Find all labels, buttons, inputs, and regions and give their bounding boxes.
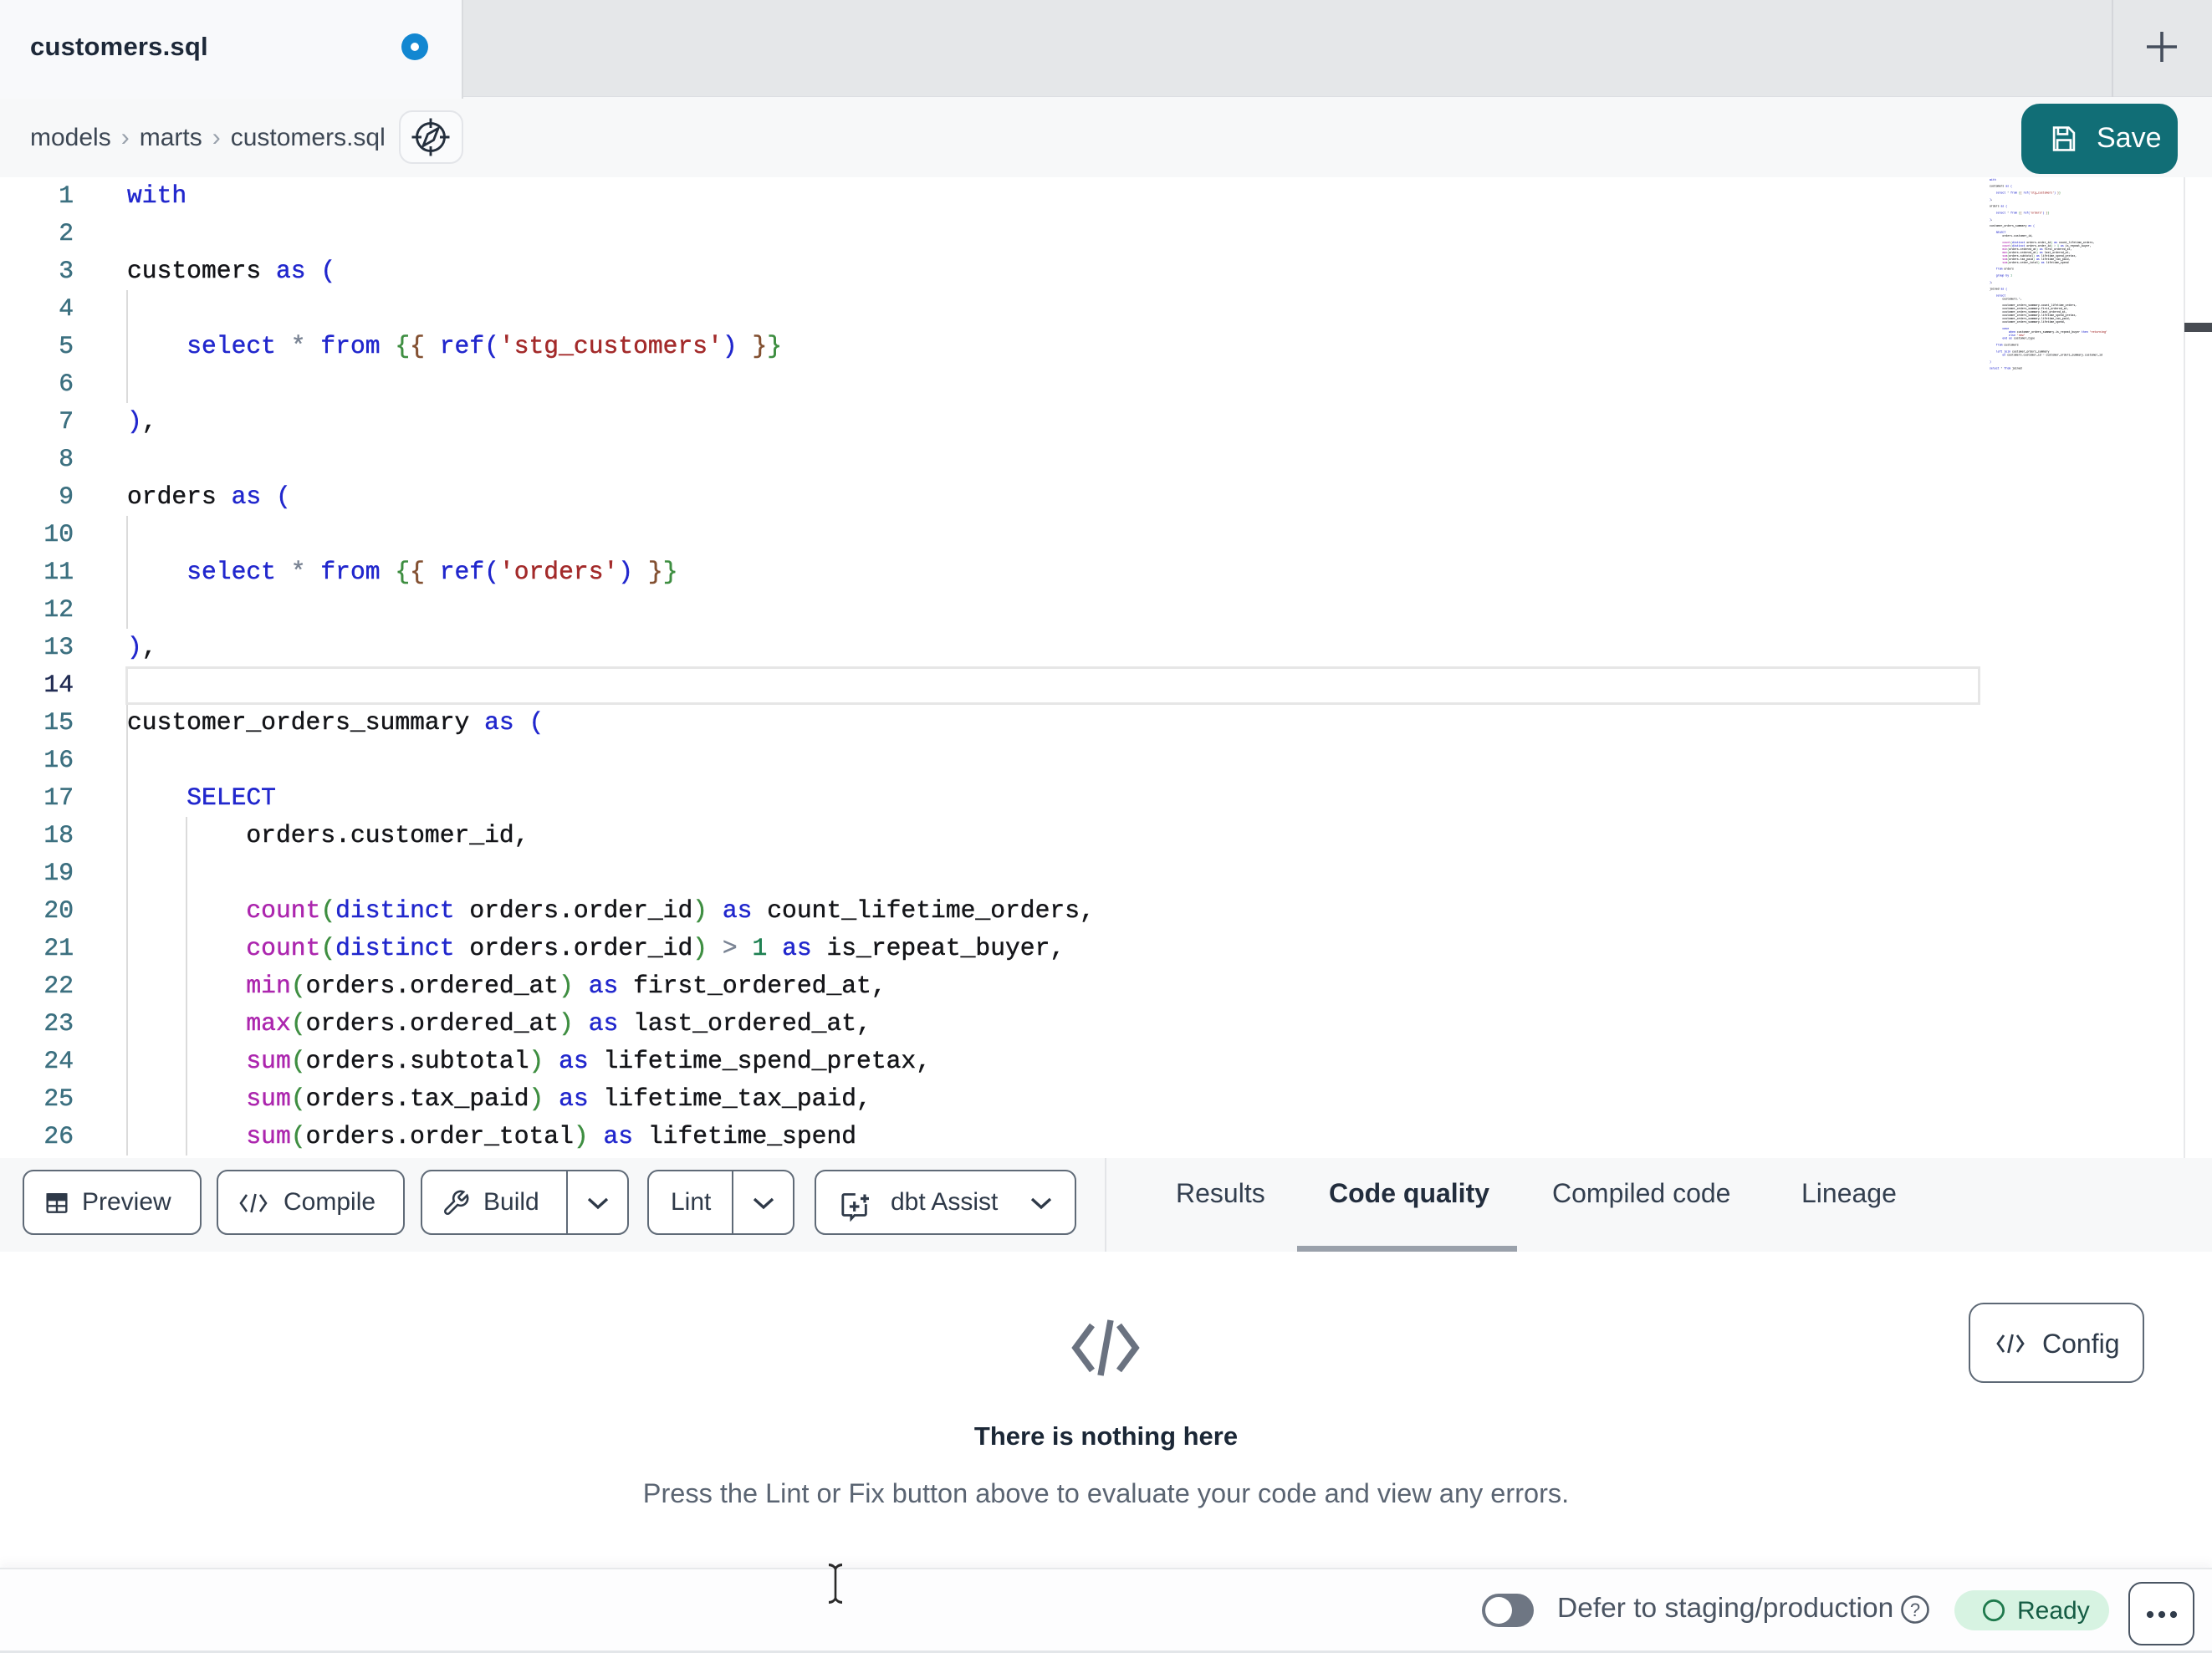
svg-text:?: ? bbox=[1910, 1599, 1920, 1620]
